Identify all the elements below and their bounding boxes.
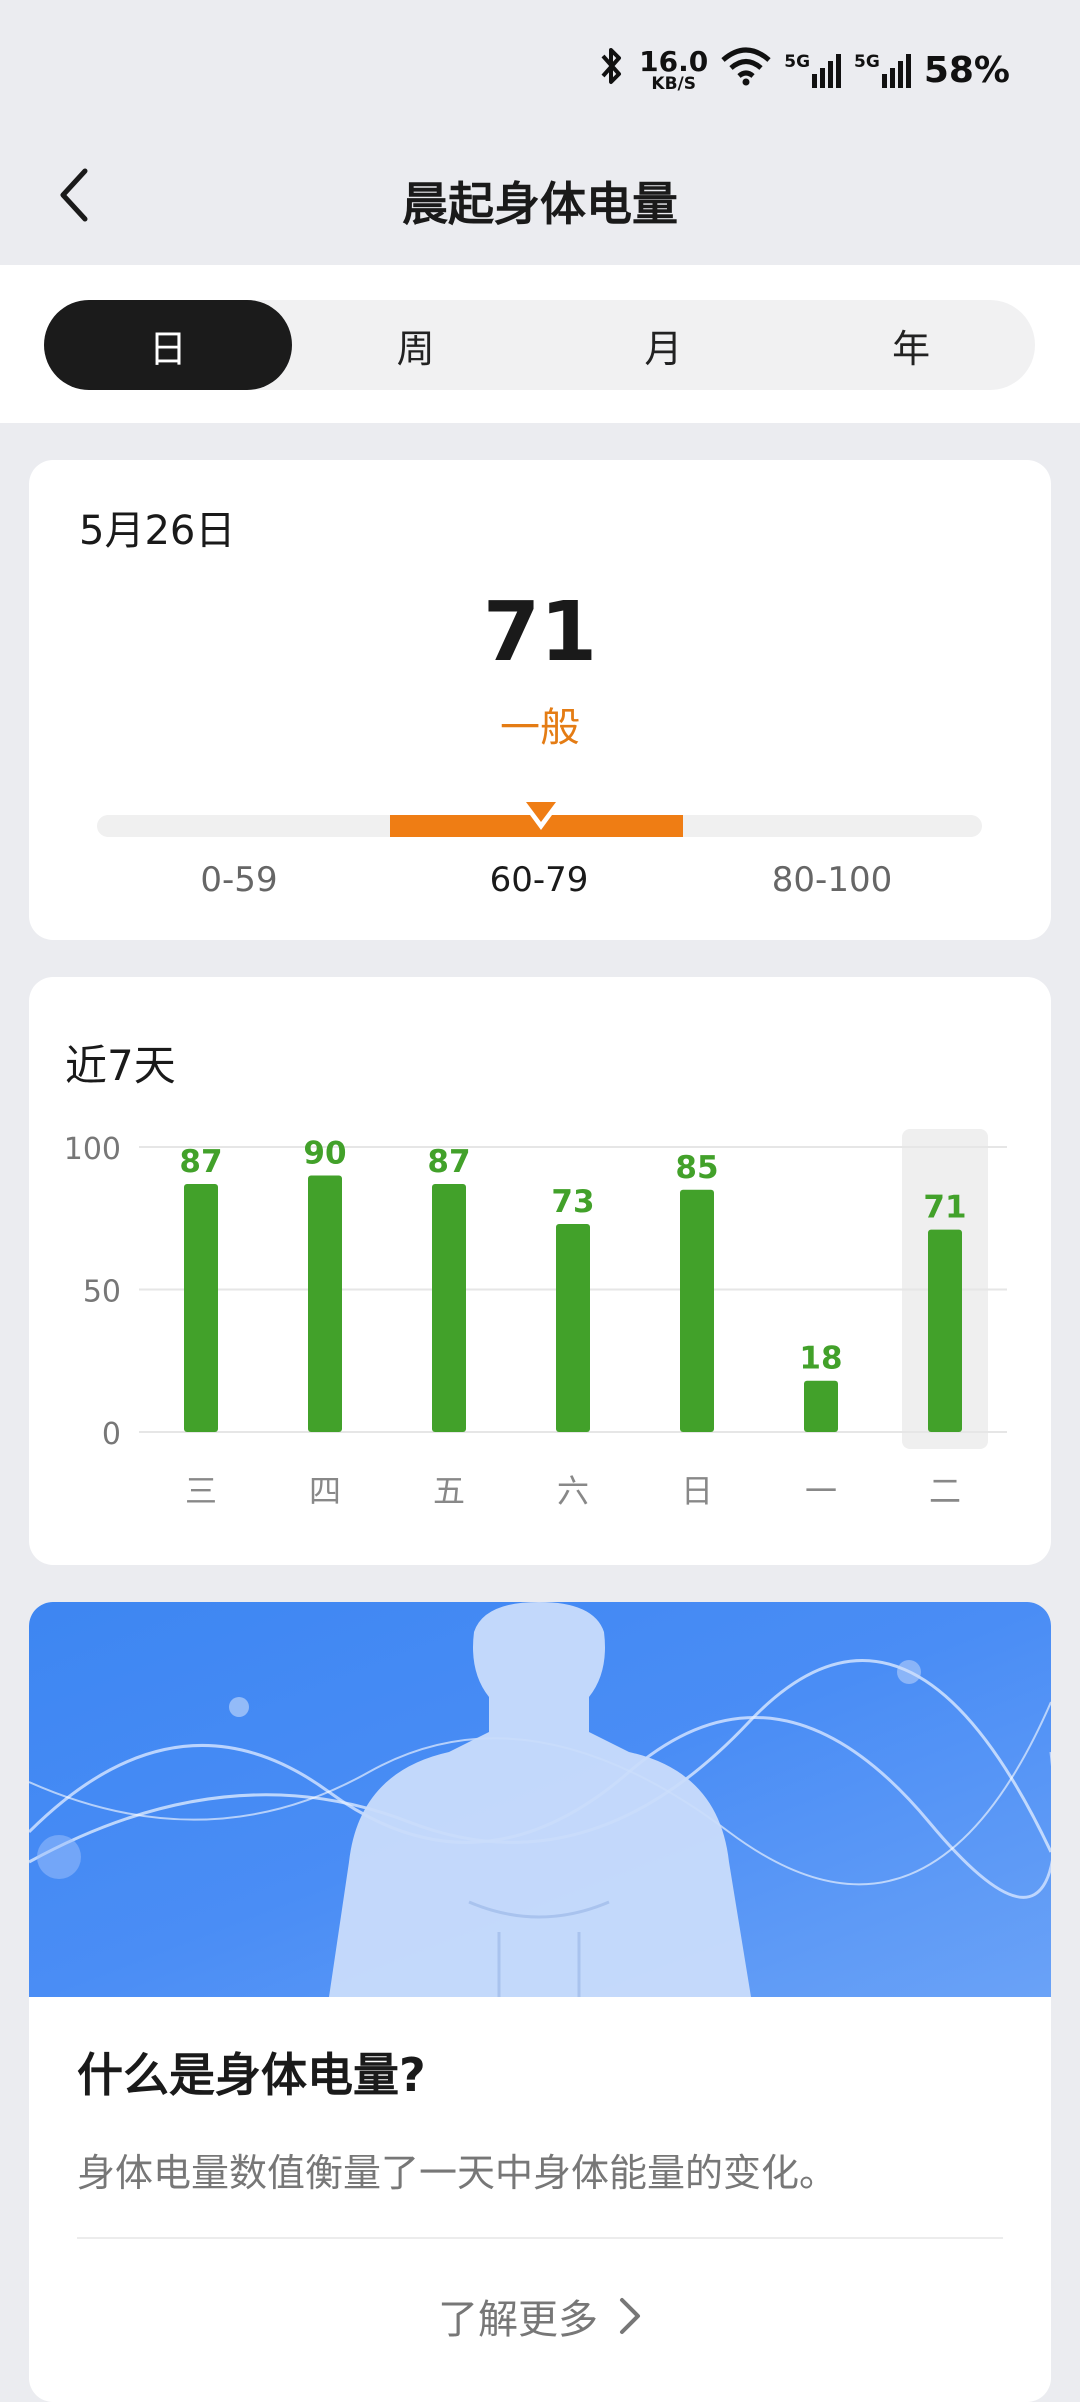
bar-value-label: 18 xyxy=(799,1341,842,1377)
info-description: 身体电量数值衡量了一天中身体能量的变化。 xyxy=(77,2151,838,2195)
chevron-right-icon xyxy=(620,2298,640,2334)
tab-week[interactable]: 周 xyxy=(292,300,540,390)
bluetooth-icon xyxy=(597,46,627,95)
y-tick-label: 50 xyxy=(83,1275,121,1310)
range-label-high: 80-100 xyxy=(771,860,893,900)
bar xyxy=(680,1189,714,1432)
battery-level: 58% xyxy=(923,49,1010,91)
x-tick-label: 一 xyxy=(805,1472,837,1510)
status-bar: 16.0 KB/S 5G 5G 58% xyxy=(0,0,1080,130)
tab-month[interactable]: 月 xyxy=(540,300,788,390)
tab-day[interactable]: 日 xyxy=(44,300,292,390)
y-tick-label: 0 xyxy=(102,1417,121,1452)
learn-more-label: 了解更多 xyxy=(438,2297,598,2343)
x-tick-label: 六 xyxy=(557,1472,589,1510)
wifi-icon xyxy=(720,46,772,95)
info-question: 什么是身体电量? xyxy=(77,2048,426,2102)
date-label: 5月26日 xyxy=(79,508,236,554)
page-title: 晨起身体电量 xyxy=(402,177,678,231)
bar-chart: 100 50 0 87 三 90 四 87 五 73 六 85 日 18 一 71 二 xyxy=(64,1129,1007,1510)
seven-day-chart-card: 近7天 100 50 0 87 三 90 四 87 五 73 六 85 日 18 一 71 二 xyxy=(29,977,1051,1565)
energy-score: 71 xyxy=(482,585,598,680)
x-tick-label: 四 xyxy=(309,1472,341,1510)
bar-value-label: 73 xyxy=(551,1184,594,1220)
learn-more-link[interactable]: 了解更多 xyxy=(29,2287,1051,2345)
x-tick-label: 日 xyxy=(681,1472,713,1510)
cell-signal-icon: 5G xyxy=(854,52,912,88)
bar-value-label: 85 xyxy=(675,1150,718,1186)
x-tick-label: 五 xyxy=(433,1472,465,1510)
bar-value-label: 87 xyxy=(179,1144,222,1180)
network-speed: 16.0 KB/S xyxy=(639,44,709,94)
bar-value-label: 87 xyxy=(427,1144,470,1180)
x-tick-label: 二 xyxy=(929,1472,961,1510)
cell-signal-icon: 5G xyxy=(784,52,842,88)
info-card: 什么是身体电量? 身体电量数值衡量了一天中身体能量的变化。 了解更多 xyxy=(29,1602,1051,2402)
period-tabs-container: 日 周 月 年 xyxy=(0,265,1080,423)
bar xyxy=(308,1175,342,1432)
bar xyxy=(804,1380,838,1432)
bar-value-label: 90 xyxy=(303,1136,346,1172)
tab-year[interactable]: 年 xyxy=(787,300,1035,390)
y-tick-label: 100 xyxy=(64,1132,121,1167)
body-illustration xyxy=(29,1602,1051,1997)
bar-value-label: 71 xyxy=(923,1190,966,1226)
bar xyxy=(928,1229,962,1432)
range-marker-icon xyxy=(526,802,556,822)
bar xyxy=(432,1184,466,1432)
bar xyxy=(184,1184,218,1432)
divider xyxy=(77,2237,1003,2239)
range-label-mid: 60-79 xyxy=(489,860,589,900)
period-tabs: 日 周 月 年 xyxy=(44,300,1035,390)
energy-level: 一般 xyxy=(500,705,580,751)
energy-summary-card: 5月26日 71 一般 0-59 60-79 80-100 xyxy=(29,460,1051,940)
header: 晨起身体电量 xyxy=(0,130,1080,265)
bar xyxy=(556,1223,590,1432)
x-tick-label: 三 xyxy=(185,1472,217,1510)
range-label-low: 0-59 xyxy=(200,860,278,900)
